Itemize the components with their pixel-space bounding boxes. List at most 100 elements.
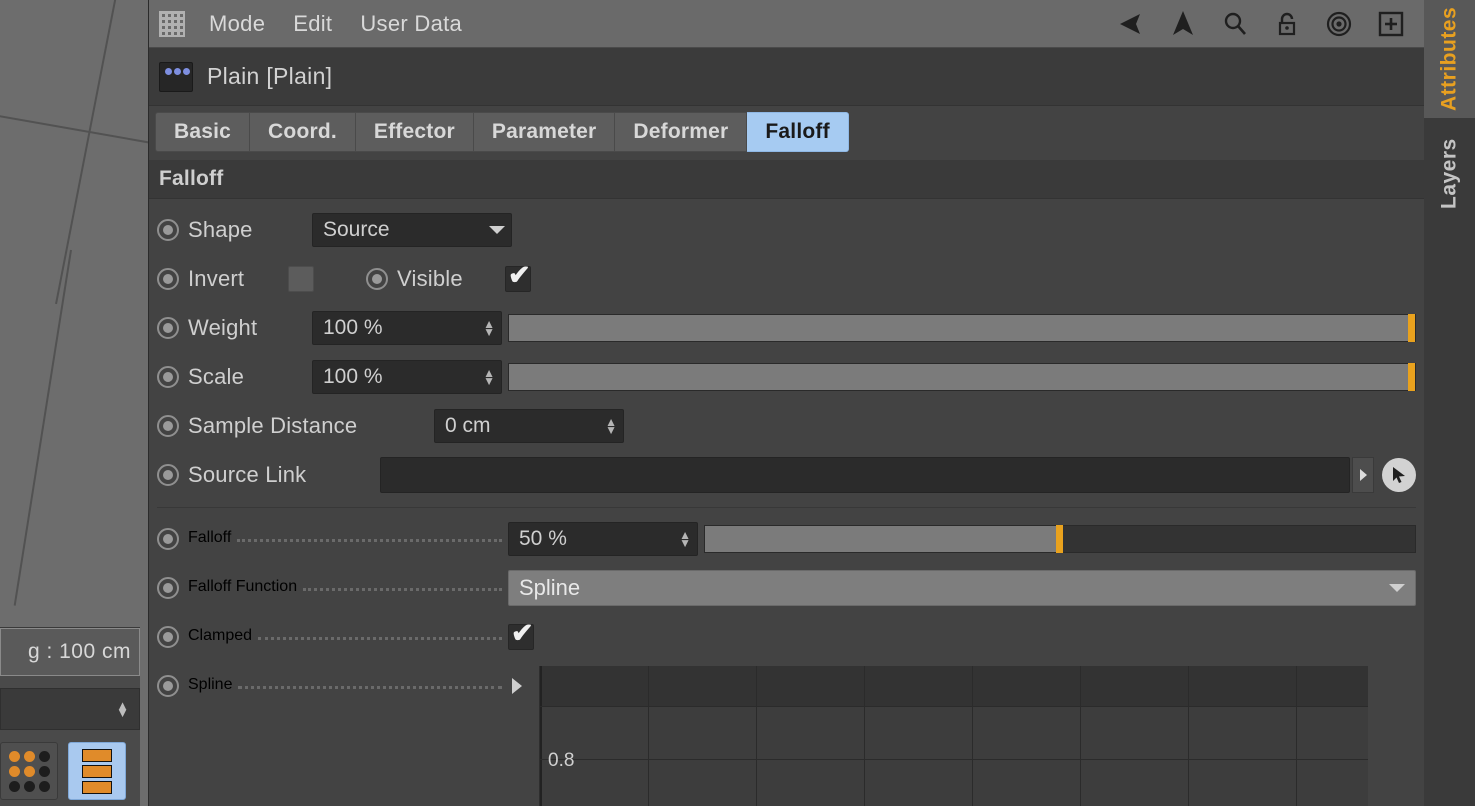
clamped-checkbox[interactable] [508, 618, 534, 650]
label-falloff-group: Falloff [188, 529, 508, 548]
tab-coord[interactable]: Coord. [250, 112, 356, 152]
graph-top-band [540, 666, 1368, 706]
label-weight: Weight [188, 314, 258, 340]
block-stack-button[interactable] [68, 742, 126, 800]
stepper-arrows-icon[interactable]: ▲ ▼ [673, 529, 691, 549]
param-bullet-icon[interactable] [157, 463, 179, 486]
source-link-input[interactable] [380, 456, 1350, 493]
label-spline-group: Spline [188, 676, 508, 695]
stepper-arrows-icon[interactable]: ▲ ▼ [477, 318, 495, 338]
param-bullet-icon[interactable] [366, 267, 388, 290]
dot-grid-icon [1, 743, 57, 799]
properties-body: Shape Source Invert Visible Weight [149, 199, 1424, 710]
tab-basic[interactable]: Basic [155, 112, 251, 152]
label-sample-distance: Sample Distance [188, 412, 358, 438]
search-icon[interactable] [1220, 9, 1250, 39]
object-row[interactable]: Plain [Plain] [149, 48, 1424, 106]
scale-slider[interactable] [508, 362, 1416, 391]
stepper-arrows-icon: ▲ ▼ [116, 698, 129, 720]
visible-checkbox[interactable] [505, 260, 531, 292]
param-bullet-icon[interactable] [157, 527, 179, 550]
row-scale: Scale 100 % ▲ ▼ [157, 352, 1416, 401]
param-bullet-icon[interactable] [157, 365, 179, 388]
param-bullet-icon[interactable] [157, 218, 179, 241]
falloff-function-value: Spline [519, 574, 581, 600]
weight-input[interactable]: 100 % ▲ ▼ [312, 310, 502, 345]
graph-y-axis [540, 666, 542, 806]
target-icon[interactable] [1324, 9, 1354, 39]
row-falloff-function: Falloff Function Spline [157, 563, 1416, 612]
tab-effector[interactable]: Effector [355, 112, 474, 152]
label-source-link: Source Link [188, 461, 307, 487]
grid-line [0, 113, 148, 145]
leader-dots [258, 637, 502, 640]
param-bullet-icon[interactable] [157, 625, 179, 648]
chevron-down-icon [489, 225, 505, 234]
falloff-slider-fill [705, 525, 1060, 552]
menu-edit[interactable]: Edit [279, 7, 346, 41]
tab-falloff[interactable]: Falloff [747, 112, 849, 152]
add-box-icon[interactable] [1376, 9, 1406, 39]
label-falloff-function: Falloff Function [188, 578, 298, 595]
shape-dropdown[interactable]: Source [312, 212, 512, 247]
lock-icon[interactable] [1272, 9, 1302, 39]
side-tab-layers[interactable]: Layers [1424, 118, 1475, 230]
attributes-menubar: Mode Edit User Data [149, 0, 1424, 48]
weight-slider[interactable] [508, 313, 1416, 342]
viewport-3d[interactable]: g : 100 cm ▲ ▼ [0, 0, 148, 806]
pick-cursor-icon[interactable] [1382, 457, 1416, 492]
weight-slider-knob[interactable] [1408, 313, 1415, 342]
row-invert-visible: Invert Visible [157, 254, 1416, 303]
param-bullet-icon[interactable] [157, 576, 179, 599]
dot-grid-button[interactable] [0, 742, 58, 800]
falloff-slider[interactable] [704, 524, 1416, 553]
menu-user-data[interactable]: User Data [346, 7, 476, 41]
side-tab-attributes[interactable]: Attributes [1424, 0, 1475, 118]
section-divider [157, 507, 1416, 508]
viewport-mode-buttons [0, 742, 140, 806]
viewport-stepper[interactable]: ▲ ▼ [0, 688, 140, 730]
label-invert: Invert [188, 265, 245, 291]
param-bullet-icon[interactable] [157, 267, 179, 290]
source-link-expand-icon[interactable] [1352, 456, 1374, 493]
leader-dots [303, 588, 502, 591]
grid-line [13, 249, 72, 606]
section-header-falloff: Falloff [149, 160, 1424, 199]
label-clamped-group: Clamped [188, 627, 508, 646]
leader-dots [238, 686, 502, 689]
invert-checkbox[interactable] [288, 265, 314, 292]
weight-value: 100 % [323, 315, 383, 339]
scale-slider-fill [509, 363, 1415, 390]
menu-mode[interactable]: Mode [195, 7, 279, 41]
label-falloff: Falloff [188, 529, 232, 546]
up-arrow-icon[interactable] [1168, 9, 1198, 39]
block-stack-icon [82, 749, 112, 794]
param-bullet-icon[interactable] [157, 674, 179, 697]
falloff-slider-knob[interactable] [1056, 524, 1063, 553]
grid-icon[interactable] [159, 10, 185, 37]
stepper-arrows-icon[interactable]: ▲ ▼ [477, 367, 495, 387]
chevron-down-icon [1389, 583, 1405, 592]
leader-dots [237, 539, 502, 542]
sample-distance-input[interactable]: 0 cm ▲ ▼ [434, 408, 624, 443]
scale-value: 100 % [323, 364, 383, 388]
scale-slider-knob[interactable] [1408, 362, 1415, 391]
shape-value: Source [323, 217, 390, 241]
falloff-function-dropdown[interactable]: Spline [508, 569, 1416, 606]
row-sample-distance: Sample Distance 0 cm ▲ ▼ [157, 401, 1416, 450]
tab-parameter[interactable]: Parameter [473, 112, 616, 152]
scale-input[interactable]: 100 % ▲ ▼ [312, 359, 502, 394]
tab-deformer[interactable]: Deformer [615, 112, 748, 152]
stepper-arrows-icon[interactable]: ▲ ▼ [599, 416, 617, 436]
param-bullet-icon[interactable] [157, 316, 179, 339]
spline-graph[interactable]: 0.8 [539, 666, 1368, 806]
side-tab-strip: Attributes Layers [1424, 0, 1475, 806]
spline-expand-icon[interactable] [512, 677, 522, 694]
label-spline: Spline [188, 676, 233, 693]
param-bullet-icon[interactable] [157, 414, 179, 437]
viewport-bottom-panel: g : 100 cm ▲ ▼ [0, 627, 140, 806]
back-arrow-icon[interactable] [1116, 9, 1146, 39]
weight-slider-fill [509, 314, 1415, 341]
row-source-link: Source Link [157, 450, 1416, 499]
falloff-input[interactable]: 50 % ▲ ▼ [508, 521, 698, 556]
